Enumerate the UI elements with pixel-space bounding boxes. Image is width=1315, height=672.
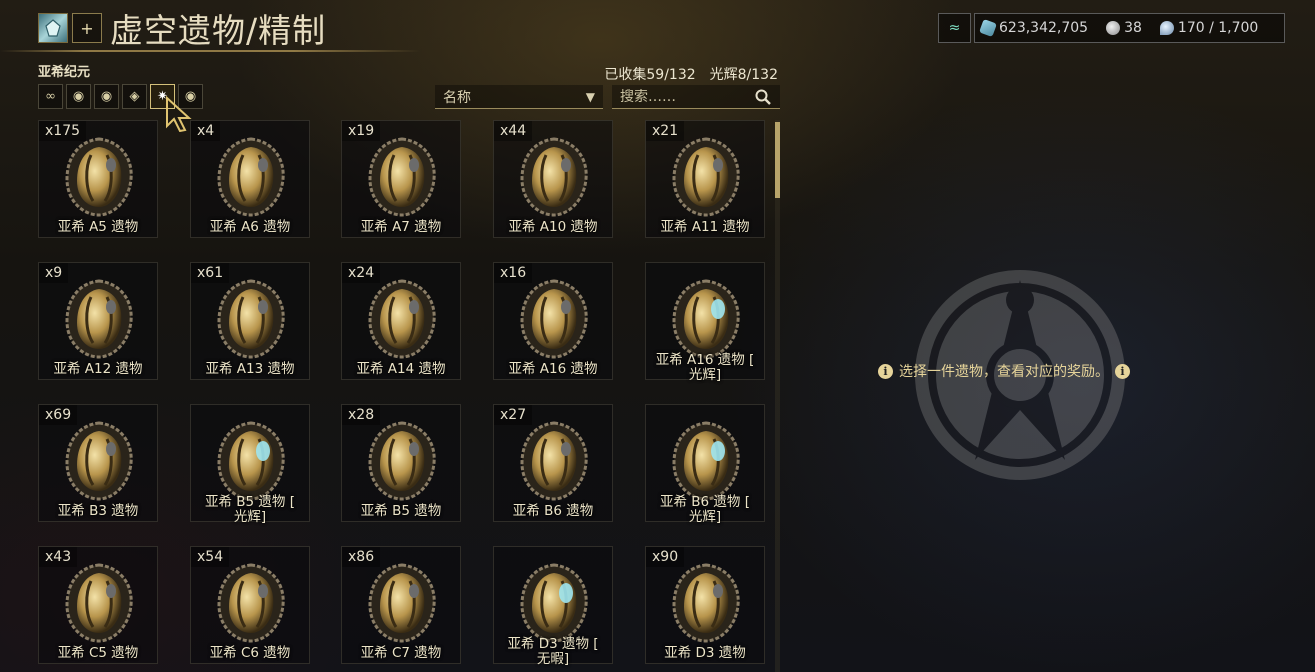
relic-card[interactable]: 亚希 A16 遗物 [ 光辉] [645,262,765,383]
dropdown-arrow-icon: ▼ [585,89,595,104]
scroll-thumb[interactable] [775,122,780,198]
relic-name: 亚希 A14 遗物 [356,361,446,377]
info-icon: i [878,363,893,379]
relic-name: 亚希 B6 遗物 [512,503,594,519]
currency-box: 623,342,705 38 170 / 1,700 [974,13,1285,43]
currency-bar: ≈ 623,342,705 38 170 / 1,700 [938,13,1285,43]
relic-name: 亚希 A11 遗物 [660,219,750,235]
relic-card[interactable]: x43 亚希 C5 遗物 [38,546,158,664]
relic-name: 亚希 B6 遗物 [ 光辉] [660,494,750,525]
void-relic-logo-icon [38,13,68,43]
scrollbar[interactable] [775,120,780,672]
add-button[interactable]: + [72,13,102,43]
relic-icon [364,277,440,361]
relic-name: 亚希 A13 遗物 [205,361,295,377]
infinity-icon[interactable]: ∞ [38,84,63,109]
search-icon[interactable] [754,88,772,106]
relic-card[interactable]: x61 亚希 A13 遗物 [190,262,310,380]
relic-name: 亚希 D3 遗物 [ 无暇] [507,636,599,667]
relic-icon [516,135,592,219]
search-input[interactable] [620,88,750,105]
relic-icon [668,135,744,219]
relic-card[interactable]: x86 亚希 C7 遗物 [341,546,461,664]
relic-card[interactable]: 亚希 B6 遗物 [ 光辉] [645,404,765,525]
relic-name: 亚希 A10 遗物 [508,219,598,235]
relic-icon [213,135,289,219]
header: + 虚空遗物/精制 [38,8,326,50]
relic-name: 亚希 B5 遗物 [ 光辉] [205,494,295,525]
relic-card[interactable]: x90 亚希 D3 遗物 [645,546,765,664]
relic-icon [61,419,137,503]
relic-name: 亚希 B5 遗物 [360,503,442,519]
platinum-value: 38 [1124,20,1142,36]
relic-name: 亚希 C5 遗物 [57,645,139,661]
radiant-relic-icon [516,561,592,645]
relic-card[interactable]: 亚希 D3 遗物 [ 无暇] [493,546,613,667]
radiant-relic-icon [213,419,289,503]
relic-icon [61,135,137,219]
relic-name: 亚希 A6 遗物 [209,219,291,235]
relic-icon [516,277,592,361]
radiant-relic-icon [668,419,744,503]
info-icon: i [1115,363,1130,379]
relic-icon [668,561,744,645]
relic-grid: x175 亚希 A5 遗物 x4 亚希 A6 遗物 x19 亚希 A7 遗物 x44 亚希 A… [38,120,773,672]
relic-name: 亚希 A5 遗物 [57,219,139,235]
relic-card[interactable]: x54 亚希 C6 遗物 [190,546,310,664]
wave-icon-button[interactable]: ≈ [938,13,971,43]
relic-name: 亚希 C6 遗物 [209,645,291,661]
relic-name: 亚希 A16 遗物 [ 光辉] [655,352,755,383]
relic-icon [516,419,592,503]
radiant-relic-icon [668,277,744,361]
relic-name: 亚希 D3 遗物 [664,645,746,661]
relic-icon [213,277,289,361]
slots-value: 170 / 1,700 [1177,20,1259,36]
platinum-icon [1106,21,1121,35]
selection-hint: i 选择一件遗物，查看对应的奖励。 i [878,361,1130,381]
neo-icon[interactable]: ◈ [122,84,147,109]
header-divider [0,50,420,52]
meso-icon[interactable]: ◉ [94,84,119,109]
collection-stats: 已收集59/132 光辉8/132 [604,64,778,84]
relic-name: 亚希 A12 遗物 [53,361,143,377]
relic-icon [213,561,289,645]
lith-icon[interactable]: ◉ [66,84,91,109]
sort-select[interactable]: 名称 ▼ [435,85,603,109]
relic-card[interactable]: x28 亚希 B5 遗物 [341,404,461,522]
relic-name: 亚希 A7 遗物 [360,219,442,235]
radiant-count: 光辉8/132 [709,67,778,83]
page-title: 虚空遗物/精制 [110,11,327,50]
relic-card[interactable]: x27 亚希 B6 遗物 [493,404,613,522]
relic-icon [364,135,440,219]
relic-name: 亚希 C7 遗物 [360,645,442,661]
relic-card[interactable]: x19 亚希 A7 遗物 [341,120,461,238]
relic-icon [364,419,440,503]
sort-label: 名称 [443,89,471,106]
slots-icon [1159,21,1174,35]
relic-card[interactable]: x69 亚希 B3 遗物 [38,404,158,522]
relic-card[interactable]: 亚希 B5 遗物 [ 光辉] [190,404,310,525]
relic-card[interactable]: x24 亚希 A14 遗物 [341,262,461,380]
hint-text: 选择一件遗物，查看对应的奖励。 [899,364,1109,380]
relic-card[interactable]: x175 亚希 A5 遗物 [38,120,158,238]
relic-name: 亚希 B3 遗物 [57,503,139,519]
credits-icon [979,19,997,37]
relic-card[interactable]: x21 亚希 A11 遗物 [645,120,765,238]
relic-icon [61,277,137,361]
relic-card[interactable]: x9 亚希 A12 遗物 [38,262,158,380]
search-box [612,85,780,109]
relic-card[interactable]: x44 亚希 A10 遗物 [493,120,613,238]
relic-name: 亚希 A16 遗物 [508,361,598,377]
credits-value: 623,342,705 [999,20,1089,36]
relic-card[interactable]: x4 亚希 A6 遗物 [190,120,310,238]
collected-count: 已收集59/132 [604,67,696,83]
relic-icon [364,561,440,645]
relic-icon [61,561,137,645]
relic-card[interactable]: x16 亚希 A16 遗物 [493,262,613,380]
era-label: 亚希纪元 [38,65,91,80]
